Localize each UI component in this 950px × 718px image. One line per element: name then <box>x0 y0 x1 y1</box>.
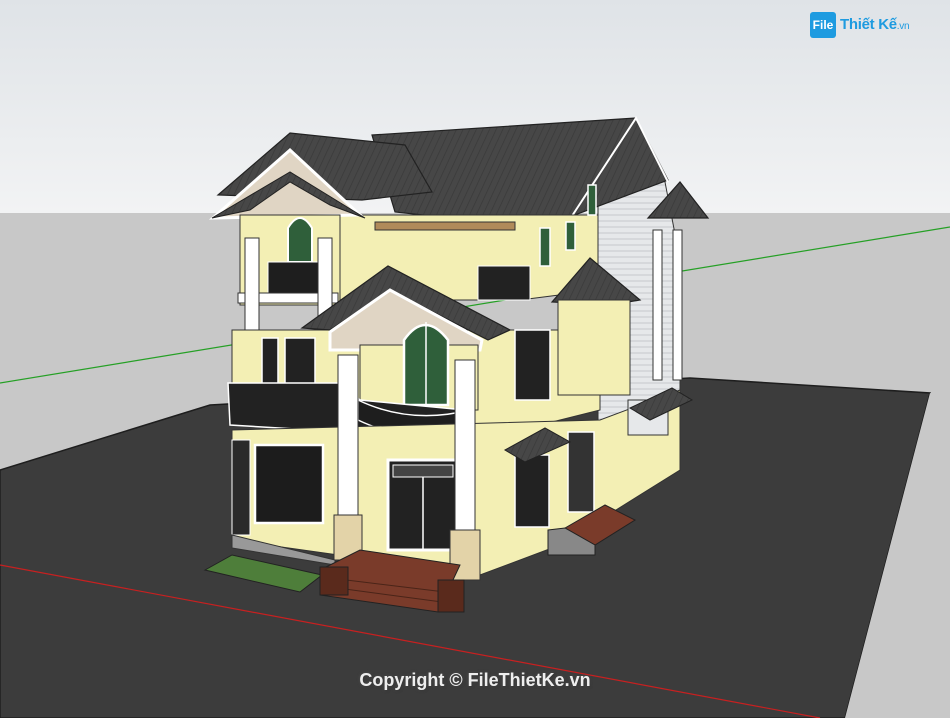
logo-name: Thiết Kế <box>840 16 897 33</box>
upper-window-3 <box>587 184 597 216</box>
ground-left-window <box>253 443 325 525</box>
ground-right-window <box>514 454 550 528</box>
middle-window-2 <box>284 337 316 389</box>
right-bay-wall <box>557 299 631 396</box>
upper-arch-window <box>287 217 313 263</box>
column-front-left <box>337 354 359 526</box>
step-pillar-left <box>319 566 349 596</box>
upper-window-1 <box>539 227 551 267</box>
upper-balcony-rail <box>477 265 531 301</box>
wing-column-1 <box>652 229 663 381</box>
column-front-right <box>454 359 476 536</box>
logo-domain: .vn <box>896 21 910 32</box>
upper-window-2 <box>565 221 576 251</box>
copyright-watermark: Copyright © FileThietKe.vn <box>359 670 591 690</box>
logo-mark-icon: File <box>810 12 836 38</box>
middle-window-1 <box>261 337 279 389</box>
right-bay-window <box>514 329 551 401</box>
ground-left-dark-panel <box>231 439 251 536</box>
3d-model-viewport[interactable] <box>0 0 950 718</box>
logo-wordmark: Thiết Kế.vn <box>840 16 910 33</box>
ground-right-door <box>567 431 595 513</box>
entrance-transom <box>392 464 454 478</box>
filethietke-logo: File Thiết Kế.vn <box>810 10 942 42</box>
step-pillar-right <box>437 579 465 613</box>
wing-column-2 <box>672 229 683 381</box>
pergola <box>374 221 516 231</box>
